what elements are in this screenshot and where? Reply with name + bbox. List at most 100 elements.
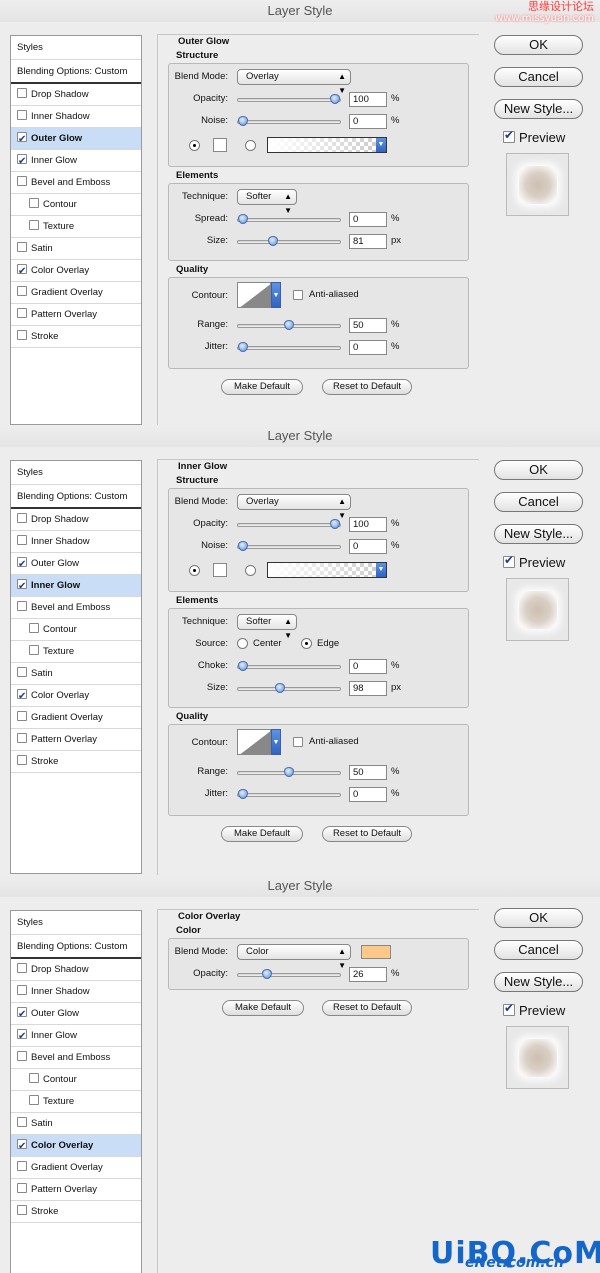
range-slider[interactable] xyxy=(237,320,341,330)
slider-knob-icon[interactable] xyxy=(238,541,248,551)
jitter-input[interactable]: 0 xyxy=(349,787,387,802)
style-item-drop-shadow[interactable]: Drop Shadow xyxy=(11,509,141,531)
noise-input[interactable]: 0 xyxy=(349,539,387,554)
new-style-button[interactable]: New Style... xyxy=(494,99,583,119)
slider-knob-icon[interactable] xyxy=(261,969,272,979)
slider-knob-icon[interactable] xyxy=(238,342,248,352)
style-checkbox[interactable] xyxy=(17,755,27,765)
blend-mode-select[interactable]: Overlay ▲ ▼ xyxy=(237,494,351,520)
noise-input[interactable]: 0 xyxy=(349,114,387,129)
style-item-color-overlay[interactable]: Color Overlay xyxy=(11,260,141,283)
style-item-bevel-and-emboss[interactable]: Bevel and Emboss xyxy=(11,1047,141,1069)
style-item-stroke[interactable]: Stroke xyxy=(11,326,141,348)
slider-knob-icon[interactable] xyxy=(238,661,248,671)
style-checkbox[interactable] xyxy=(17,308,27,318)
style-checkbox[interactable] xyxy=(17,1205,27,1215)
jitter-slider[interactable] xyxy=(237,342,341,352)
style-checkbox[interactable] xyxy=(17,1117,27,1127)
style-item-outer-glow[interactable]: Outer Glow xyxy=(11,1003,141,1026)
style-item-inner-glow[interactable]: Inner Glow xyxy=(11,575,141,598)
opacity-slider[interactable] xyxy=(237,519,341,529)
style-checkbox[interactable] xyxy=(29,623,39,633)
color-swatch[interactable] xyxy=(213,138,227,152)
noise-slider[interactable] xyxy=(237,116,341,126)
ok-button[interactable]: OK xyxy=(494,908,583,928)
style-item-gradient-overlay[interactable]: Gradient Overlay xyxy=(11,282,141,304)
technique-select[interactable]: Softer ▲ ▼ xyxy=(237,614,297,640)
slider-knob-icon[interactable] xyxy=(238,214,248,224)
style-item-inner-shadow[interactable]: Inner Shadow xyxy=(11,106,141,128)
style-checkbox[interactable] xyxy=(29,1073,39,1083)
preview-toggle[interactable]: Preview xyxy=(503,553,565,570)
jitter-input[interactable]: 0 xyxy=(349,340,387,355)
range-input[interactable]: 50 xyxy=(349,318,387,333)
range-slider[interactable] xyxy=(237,767,341,777)
make-default-button[interactable]: Make Default xyxy=(221,826,303,842)
slider-knob-icon[interactable] xyxy=(284,767,294,777)
style-checkbox[interactable] xyxy=(17,733,27,743)
size-input[interactable]: 98 xyxy=(349,681,387,696)
style-item-blending-options-custom[interactable]: Blending Options: Custom xyxy=(11,935,141,959)
style-item-satin[interactable]: Satin xyxy=(11,1113,141,1135)
style-checkbox[interactable] xyxy=(17,261,27,283)
style-item-texture[interactable]: Texture xyxy=(11,641,141,663)
style-item-stroke[interactable]: Stroke xyxy=(11,751,141,773)
gradient-radio[interactable] xyxy=(245,140,256,151)
cancel-button[interactable]: Cancel xyxy=(494,940,583,960)
style-checkbox[interactable] xyxy=(17,1161,27,1171)
jitter-slider[interactable] xyxy=(237,789,341,799)
slider-knob-icon[interactable] xyxy=(330,519,340,529)
style-checkbox[interactable] xyxy=(17,110,27,120)
style-checkbox[interactable] xyxy=(17,963,27,973)
dropdown-arrow-icon[interactable]: ▼ xyxy=(271,282,281,308)
preview-toggle[interactable]: Preview xyxy=(503,128,565,145)
style-checkbox[interactable] xyxy=(17,1026,27,1048)
spread-slider[interactable] xyxy=(237,214,341,224)
color-swatch[interactable] xyxy=(213,563,227,577)
style-checkbox[interactable] xyxy=(17,686,27,708)
style-item-styles[interactable]: Styles xyxy=(11,36,141,60)
slider-knob-icon[interactable] xyxy=(330,94,340,104)
style-item-drop-shadow[interactable]: Drop Shadow xyxy=(11,959,141,981)
gradient-picker[interactable]: ▼ xyxy=(267,562,387,578)
style-item-blending-options-custom[interactable]: Blending Options: Custom xyxy=(11,485,141,509)
style-item-color-overlay[interactable]: Color Overlay xyxy=(11,1135,141,1158)
gradient-radio[interactable] xyxy=(245,565,256,576)
style-item-outer-glow[interactable]: Outer Glow xyxy=(11,553,141,576)
spread-input[interactable]: 0 xyxy=(349,212,387,227)
noise-slider[interactable] xyxy=(237,541,341,551)
style-item-inner-shadow[interactable]: Inner Shadow xyxy=(11,981,141,1003)
reset-to-default-button[interactable]: Reset to Default xyxy=(322,379,412,395)
style-item-color-overlay[interactable]: Color Overlay xyxy=(11,685,141,708)
style-item-texture[interactable]: Texture xyxy=(11,216,141,238)
style-item-styles[interactable]: Styles xyxy=(11,461,141,485)
style-checkbox[interactable] xyxy=(17,129,27,151)
style-checkbox[interactable] xyxy=(29,198,39,208)
choke-input[interactable]: 0 xyxy=(349,659,387,674)
style-item-styles[interactable]: Styles xyxy=(11,911,141,935)
style-item-inner-glow[interactable]: Inner Glow xyxy=(11,1025,141,1048)
new-style-button[interactable]: New Style... xyxy=(494,972,583,992)
style-item-satin[interactable]: Satin xyxy=(11,238,141,260)
style-item-texture[interactable]: Texture xyxy=(11,1091,141,1113)
style-item-bevel-and-emboss[interactable]: Bevel and Emboss xyxy=(11,597,141,619)
style-checkbox[interactable] xyxy=(17,242,27,252)
size-slider[interactable] xyxy=(237,236,341,246)
style-item-inner-glow[interactable]: Inner Glow xyxy=(11,150,141,173)
source-center-radio[interactable] xyxy=(237,638,248,649)
style-checkbox[interactable] xyxy=(29,1095,39,1105)
contour-picker[interactable] xyxy=(237,729,271,755)
style-checkbox[interactable] xyxy=(17,554,27,576)
style-item-outer-glow[interactable]: Outer Glow xyxy=(11,128,141,151)
slider-knob-icon[interactable] xyxy=(274,683,285,693)
style-item-blending-options-custom[interactable]: Blending Options: Custom xyxy=(11,60,141,84)
opacity-slider[interactable] xyxy=(237,969,341,979)
style-checkbox[interactable] xyxy=(17,1136,27,1158)
color-radio[interactable] xyxy=(189,565,200,576)
slider-knob-icon[interactable] xyxy=(284,320,294,330)
slider-knob-icon[interactable] xyxy=(238,789,248,799)
style-checkbox[interactable] xyxy=(17,151,27,173)
style-checkbox[interactable] xyxy=(17,711,27,721)
opacity-input[interactable]: 100 xyxy=(349,517,387,532)
style-checkbox[interactable] xyxy=(17,330,27,340)
